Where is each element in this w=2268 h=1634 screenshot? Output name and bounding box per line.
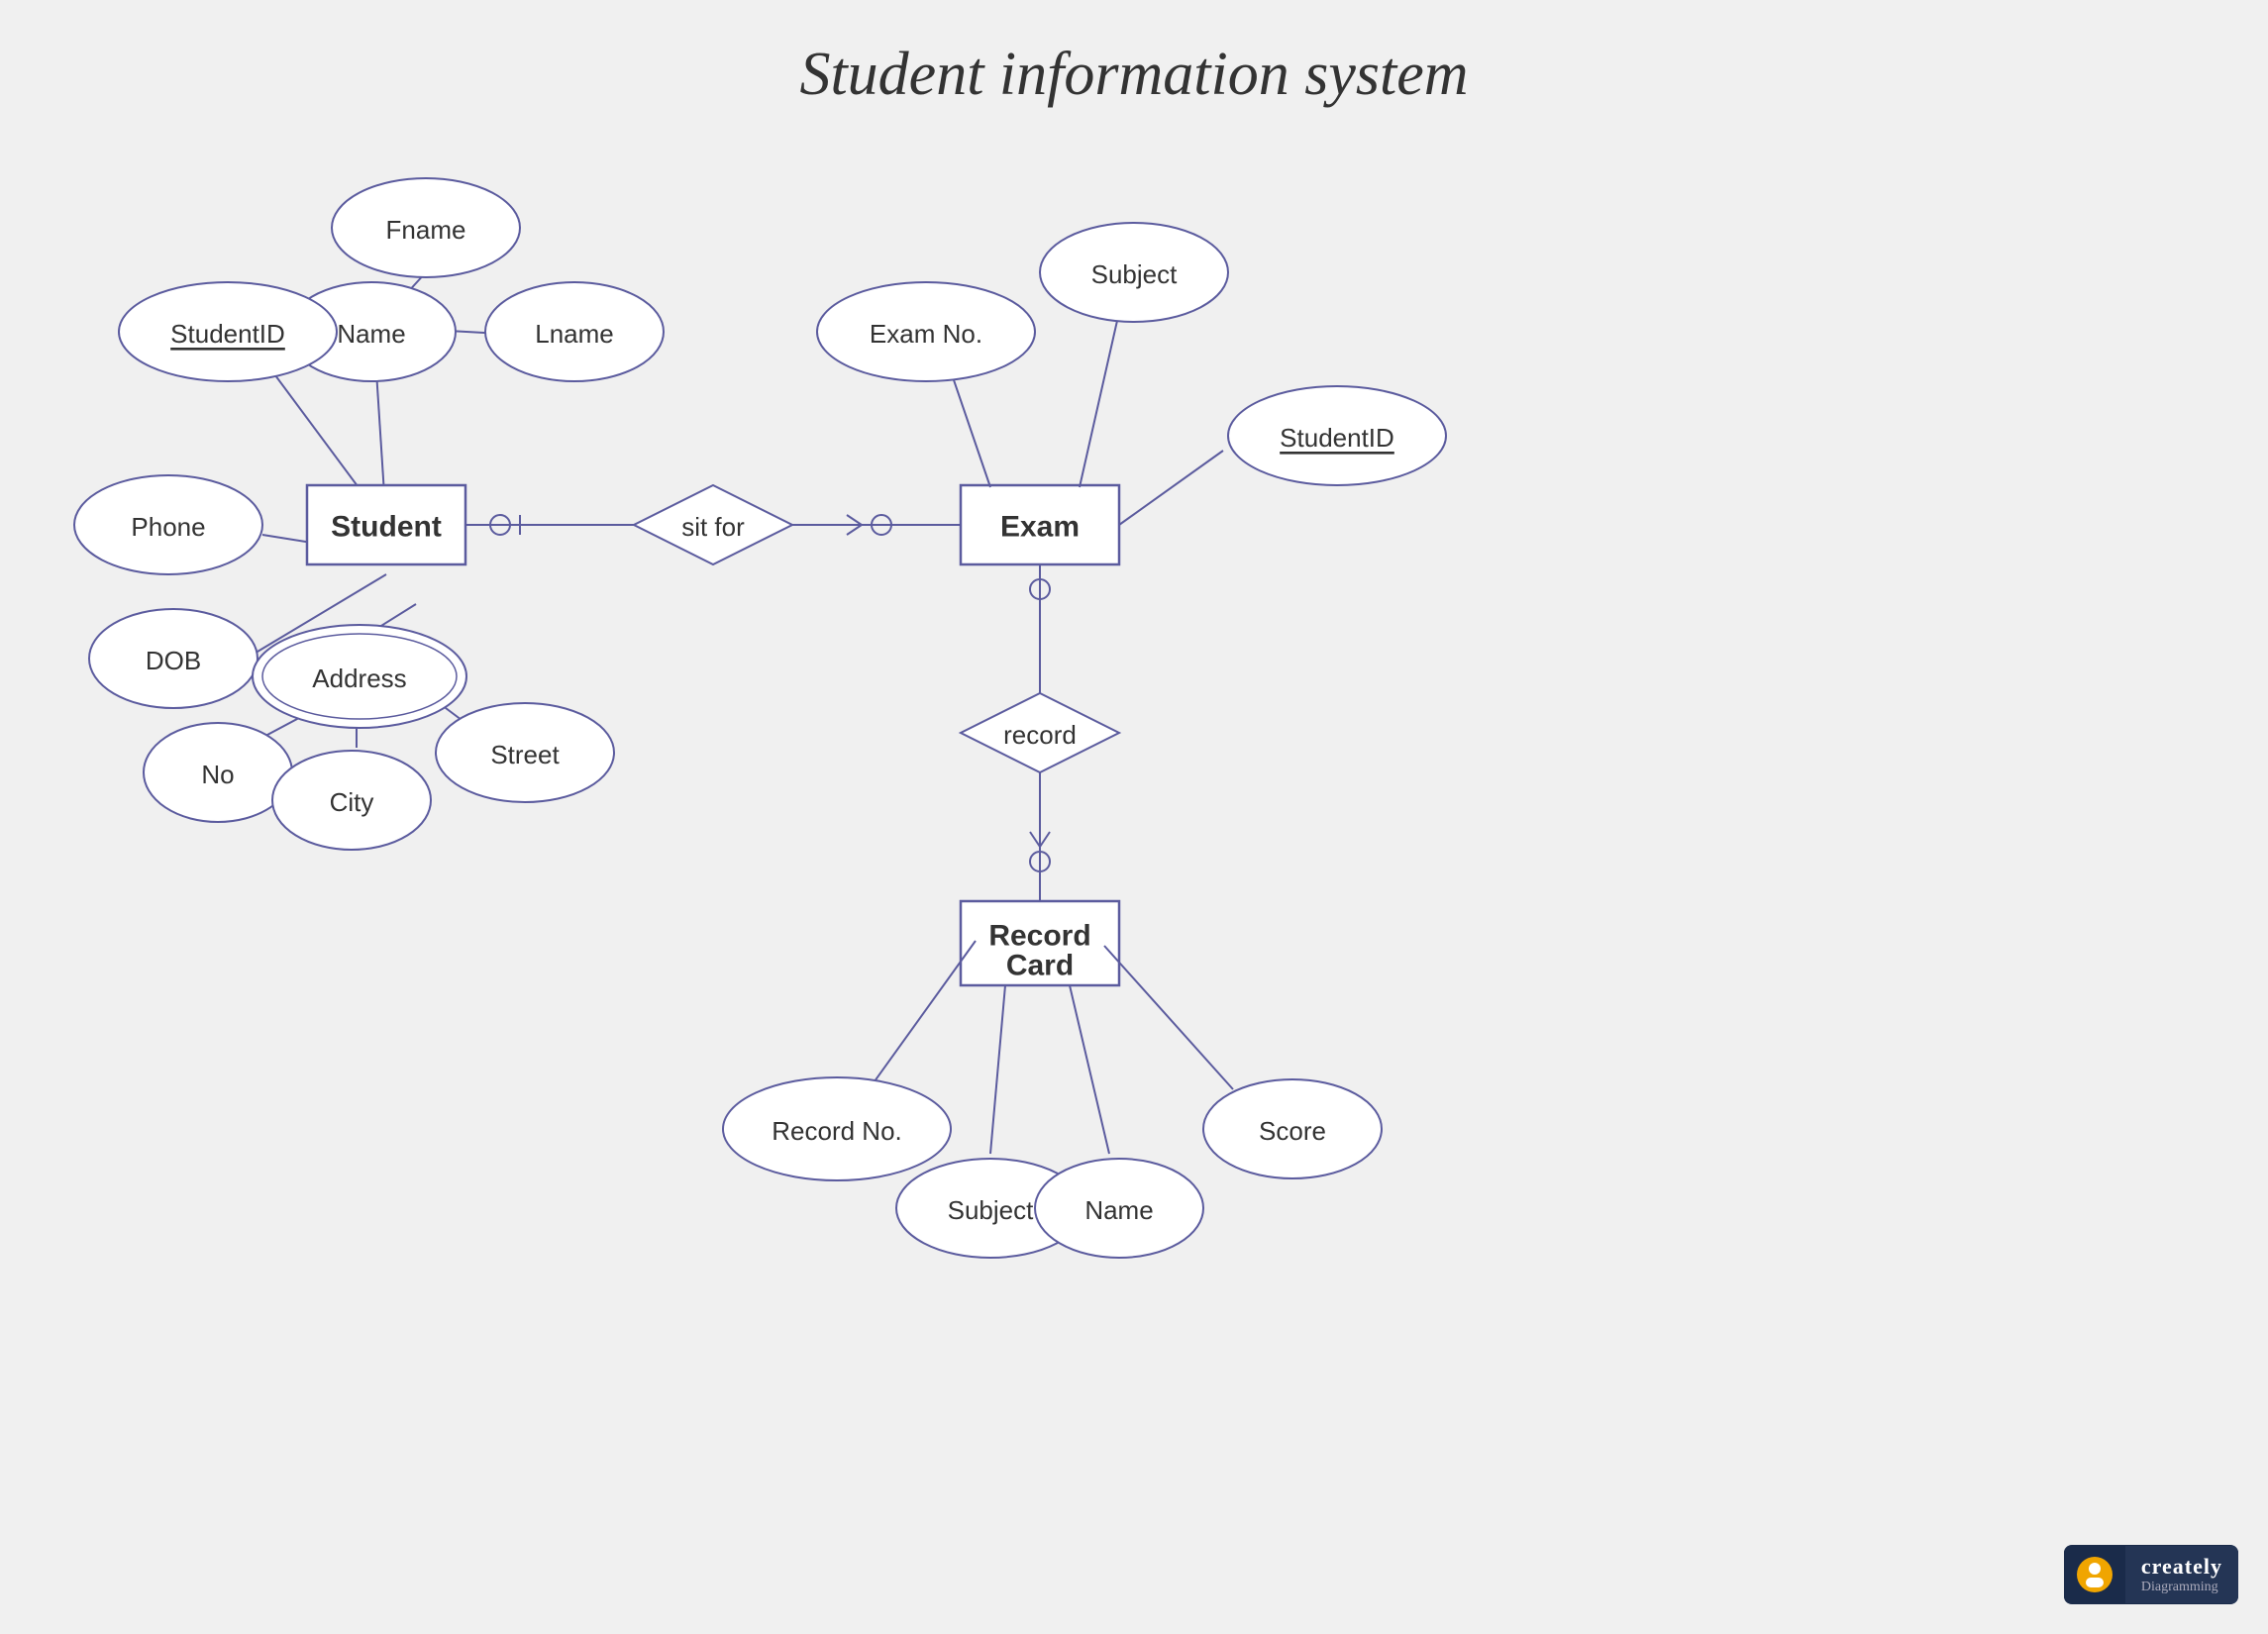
label-fname: Fname — [386, 215, 466, 245]
label-sitfor: sit for — [681, 512, 745, 542]
label-recordno: Record No. — [772, 1116, 902, 1146]
label-subject1: Subject — [1091, 259, 1178, 289]
label-dob: DOB — [146, 646, 201, 675]
label-examno: Exam No. — [870, 319, 982, 349]
label-exam: Exam — [1000, 511, 1080, 544]
creately-text-area: creately Diagramming — [2125, 1546, 2238, 1603]
label-street: Street — [490, 740, 560, 769]
canvas: Student information system sit for — [0, 0, 2268, 1634]
label-studentid2: StudentID — [1280, 423, 1394, 453]
creately-logo-icon — [2064, 1546, 2125, 1603]
line-rc-recordno — [862, 941, 976, 1099]
creately-badge: creately Diagramming — [2064, 1545, 2238, 1604]
label-recordcard-1: Record — [988, 920, 1090, 953]
label-name: Name — [337, 319, 405, 349]
label-student: Student — [331, 511, 442, 544]
line-exam-examno — [951, 371, 990, 487]
label-score: Score — [1259, 1116, 1326, 1146]
creately-name: creately — [2141, 1554, 2222, 1580]
label-record: record — [1003, 720, 1077, 750]
label-subject2: Subject — [948, 1195, 1034, 1225]
label-phone: Phone — [131, 512, 205, 542]
label-studentid1: StudentID — [170, 319, 285, 349]
label-lname: Lname — [535, 319, 614, 349]
line-rc-score — [1104, 946, 1233, 1089]
label-name2: Name — [1084, 1195, 1153, 1225]
er-diagram: sit for Exam record Record Card — [0, 0, 2268, 1634]
line-exam-studentid2 — [1119, 451, 1223, 525]
line-exam-subject — [1080, 312, 1119, 487]
creately-sub: Diagramming — [2141, 1580, 2222, 1595]
label-address: Address — [312, 664, 406, 693]
line-rc-name2 — [1070, 985, 1109, 1154]
label-recordcard-2: Card — [1006, 950, 1074, 982]
label-no: No — [201, 760, 234, 789]
label-city: City — [330, 787, 374, 817]
line-rc-subject2 — [990, 985, 1005, 1154]
